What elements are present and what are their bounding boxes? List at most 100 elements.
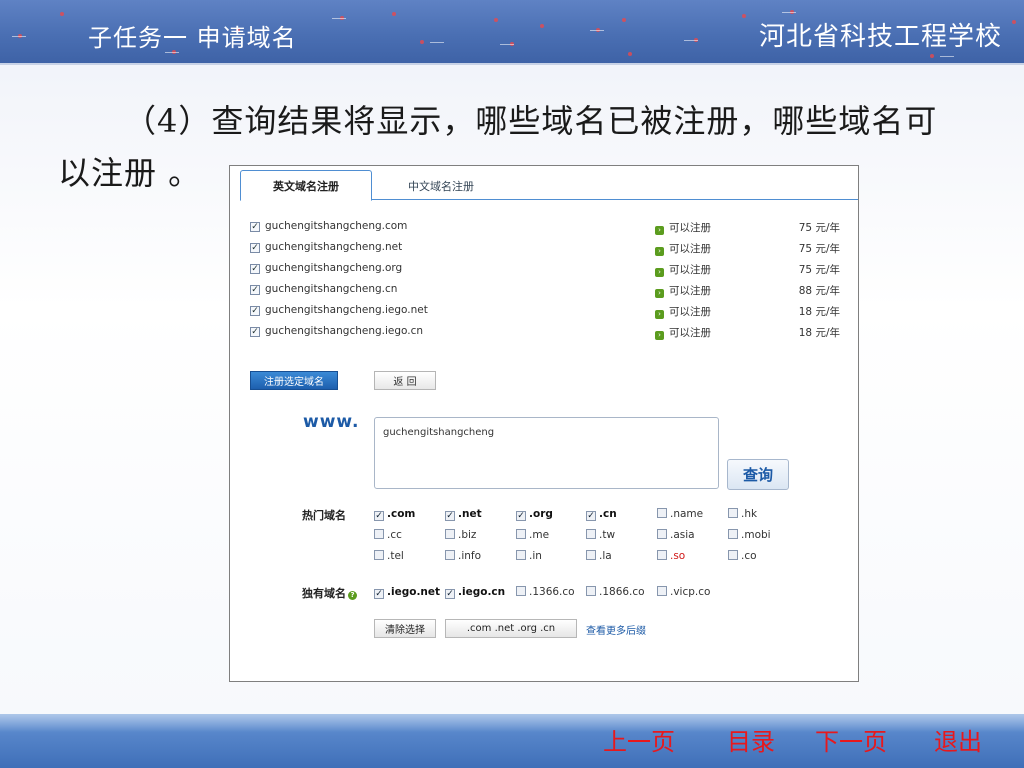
hot-domain-option[interactable]: .la xyxy=(586,550,612,564)
back-button[interactable]: 返 回 xyxy=(374,371,436,390)
result-checkbox[interactable]: ✓ xyxy=(250,327,260,337)
result-checkbox[interactable]: ✓ xyxy=(250,285,260,295)
result-domain: guchengitshangcheng.iego.cn xyxy=(265,325,424,337)
register-selected-button[interactable]: 注册选定域名 xyxy=(250,371,338,390)
domain-suffix-label: .mobi xyxy=(741,529,771,541)
result-row: ✓ guchengitshangcheng.cn › 可以注册 88 元/年 xyxy=(250,282,840,300)
result-checkbox[interactable]: ✓ xyxy=(250,306,260,316)
available-icon: › xyxy=(655,289,664,298)
toc-link[interactable]: 目录 xyxy=(727,722,775,757)
query-button[interactable]: 查询 xyxy=(727,459,789,490)
domain-suffix-label: .tw xyxy=(599,529,616,541)
hot-domain-option[interactable]: ✓ .net xyxy=(445,508,482,522)
domain-suffix-label: .iego.cn xyxy=(458,586,506,598)
www-label: www. xyxy=(303,412,360,432)
result-price: 18 元/年 xyxy=(798,327,840,339)
domain-checkbox[interactable] xyxy=(374,529,384,539)
domain-checkbox[interactable] xyxy=(374,550,384,560)
domain-checkbox[interactable] xyxy=(728,550,738,560)
hot-domain-option[interactable]: .me xyxy=(516,529,549,543)
hot-domain-option[interactable]: .biz xyxy=(445,529,476,543)
hot-domain-option[interactable]: ✓ .cn xyxy=(586,508,617,522)
domain-checkbox[interactable] xyxy=(657,550,667,560)
domain-checkbox[interactable]: ✓ xyxy=(445,589,455,599)
result-price: 75 元/年 xyxy=(798,243,840,255)
result-checkbox[interactable]: ✓ xyxy=(250,243,260,253)
domain-suffix-label: .vicp.co xyxy=(670,586,711,598)
prev-page-link[interactable]: 上一页 xyxy=(603,722,675,757)
result-row: ✓ guchengitshangcheng.iego.cn › 可以注册 18 元/年 xyxy=(250,324,840,342)
result-checkbox[interactable]: ✓ xyxy=(250,222,260,232)
hot-domain-option[interactable]: .hk xyxy=(728,508,757,522)
domain-checkbox[interactable]: ✓ xyxy=(374,589,384,599)
hot-domain-option[interactable]: .mobi xyxy=(728,529,771,543)
result-domain: guchengitshangcheng.org xyxy=(265,262,403,274)
slide-text-line-1: （4）查询结果将显示，哪些域名已被注册，哪些域名可 xyxy=(124,102,938,140)
domain-checkbox[interactable] xyxy=(516,586,526,596)
result-price: 75 元/年 xyxy=(798,264,840,276)
tab-english-domain[interactable]: 英文域名注册 xyxy=(240,170,372,201)
domain-checkbox[interactable] xyxy=(445,529,455,539)
domain-suffix-label: .org xyxy=(529,508,553,520)
domain-checkbox[interactable] xyxy=(657,586,667,596)
domain-checkbox[interactable] xyxy=(586,586,596,596)
hot-domain-option[interactable]: ✓ .com xyxy=(374,508,415,522)
result-domain: guchengitshangcheng.cn xyxy=(265,283,398,295)
domain-suffix-label: .name xyxy=(670,508,704,520)
hot-domain-option[interactable]: .tw xyxy=(586,529,615,543)
hot-domain-option[interactable]: ✓ .org xyxy=(516,508,553,522)
more-suffixes-link[interactable]: 查看更多后缀 xyxy=(586,622,646,637)
result-status-text: 可以注册 xyxy=(669,243,711,255)
result-status-text: 可以注册 xyxy=(669,306,711,318)
unique-domain-option[interactable]: ✓ .iego.cn xyxy=(445,586,505,600)
unique-domain-option[interactable]: .1366.co xyxy=(516,586,575,600)
domain-suffix-label: .cn xyxy=(599,508,617,520)
available-icon: › xyxy=(655,310,664,319)
domain-checkbox[interactable] xyxy=(657,508,667,518)
domain-checkbox[interactable] xyxy=(586,529,596,539)
hot-domain-option[interactable]: .info xyxy=(445,550,481,564)
domain-checkbox[interactable] xyxy=(728,529,738,539)
domain-checkbox[interactable] xyxy=(586,550,596,560)
result-price: 88 元/年 xyxy=(798,285,840,297)
domain-suffix-label: .info xyxy=(458,550,482,562)
hot-domain-option[interactable]: .cc xyxy=(374,529,402,543)
domain-checkbox[interactable]: ✓ xyxy=(586,511,596,521)
domain-checkbox[interactable] xyxy=(445,550,455,560)
domain-checkbox[interactable]: ✓ xyxy=(445,511,455,521)
next-page-link[interactable]: 下一页 xyxy=(815,722,887,757)
domain-checkbox[interactable] xyxy=(516,550,526,560)
unique-domain-option[interactable]: ✓ .iego.net xyxy=(374,586,440,600)
unique-domain-option[interactable]: .1866.co xyxy=(586,586,645,600)
result-checkbox[interactable]: ✓ xyxy=(250,264,260,274)
tab-chinese-domain[interactable]: 中文域名注册 xyxy=(386,170,496,201)
result-domain: guchengitshangcheng.com xyxy=(265,220,408,232)
hot-domain-option[interactable]: .so xyxy=(657,550,685,564)
exit-link[interactable]: 退出 xyxy=(934,722,982,757)
result-status: › 可以注册 xyxy=(655,304,711,319)
domain-registration-panel: 英文域名注册 中文域名注册 ✓ guchengitshangcheng.com › 可… xyxy=(229,165,859,682)
domain-checkbox[interactable] xyxy=(516,529,526,539)
hot-domain-option[interactable]: .tel xyxy=(374,550,404,564)
result-row: ✓ guchengitshangcheng.org › 可以注册 75 元/年 xyxy=(250,261,840,279)
domain-search-input[interactable]: guchengitshangcheng xyxy=(374,417,719,489)
domain-suffix-label: .in xyxy=(529,550,542,562)
domain-checkbox[interactable] xyxy=(728,508,738,518)
result-status-text: 可以注册 xyxy=(669,222,711,234)
result-status: › 可以注册 xyxy=(655,325,711,340)
hot-domain-option[interactable]: .asia xyxy=(657,529,695,543)
clear-selection-button[interactable]: 清除选择 xyxy=(374,619,436,638)
hot-domain-option[interactable]: .in xyxy=(516,550,542,564)
domain-suffix-label: .com xyxy=(387,508,416,520)
domain-checkbox[interactable] xyxy=(657,529,667,539)
result-status: › 可以注册 xyxy=(655,220,711,235)
domain-checkbox[interactable]: ✓ xyxy=(374,511,384,521)
common-suffix-button[interactable]: .com .net .org .cn xyxy=(445,619,577,638)
domain-checkbox[interactable]: ✓ xyxy=(516,511,526,521)
help-icon[interactable]: ? xyxy=(348,591,357,600)
hot-domain-option[interactable]: .name xyxy=(657,508,703,522)
unique-domain-option[interactable]: .vicp.co xyxy=(657,586,710,600)
domain-suffix-label: .cc xyxy=(387,529,402,541)
domain-suffix-label: .so xyxy=(670,550,686,562)
hot-domain-option[interactable]: .co xyxy=(728,550,757,564)
